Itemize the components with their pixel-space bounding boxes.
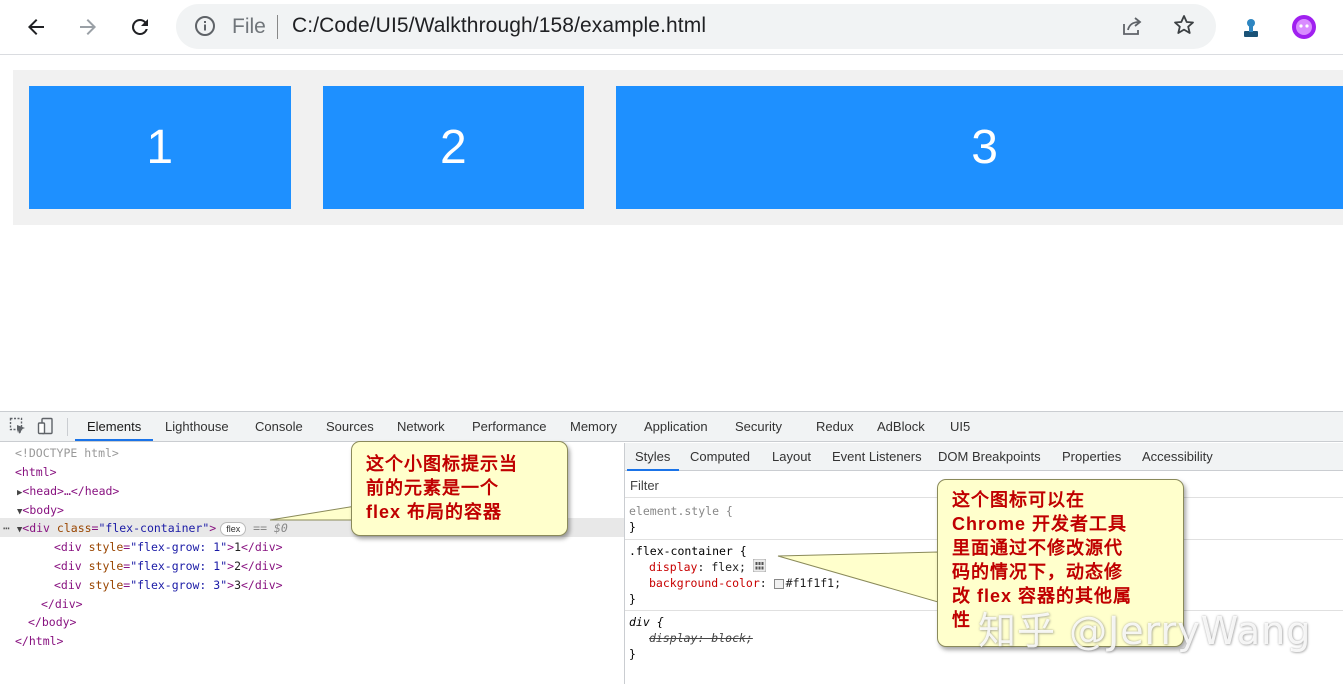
callout-flex-badge-note: 这个小图标提示当 前的元素是一个 flex 布局的容器: [351, 441, 568, 536]
watermark: 知乎 @JerryWang: [978, 609, 1312, 653]
